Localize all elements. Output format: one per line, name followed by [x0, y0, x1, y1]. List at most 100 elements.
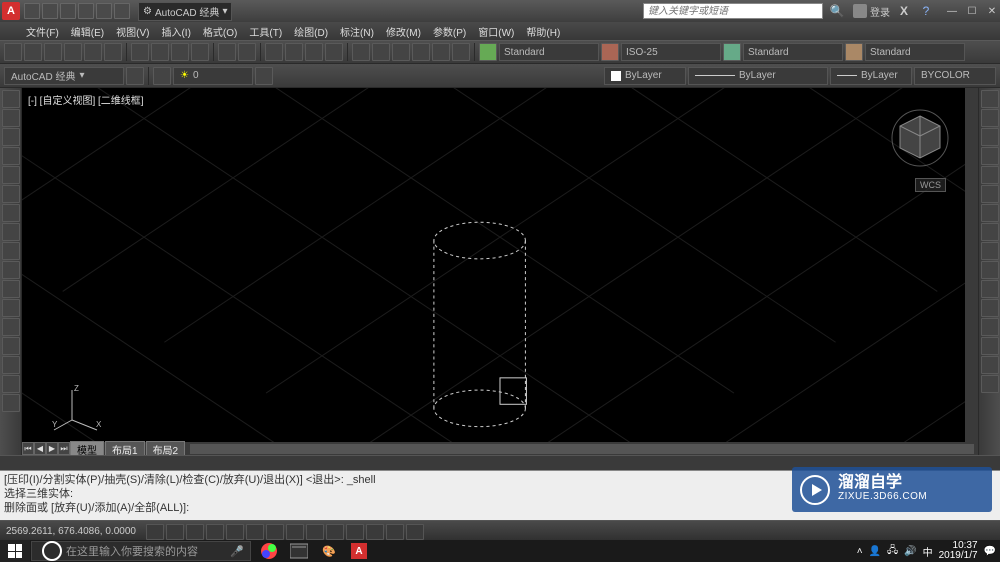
- menu-modify[interactable]: 修改(M): [380, 22, 427, 40]
- app-logo[interactable]: A: [2, 2, 20, 20]
- wcs-label[interactable]: WCS: [915, 178, 946, 192]
- hatch-icon[interactable]: [2, 242, 20, 260]
- tab-nav-prev[interactable]: ◀: [34, 442, 46, 455]
- scale-icon[interactable]: [981, 223, 999, 241]
- ortho-icon[interactable]: [186, 524, 204, 540]
- tpy-icon[interactable]: [346, 524, 364, 540]
- text-style-icon[interactable]: [479, 43, 497, 61]
- layer-props-icon[interactable]: [153, 67, 171, 85]
- publish-icon[interactable]: [104, 43, 122, 61]
- spline-icon[interactable]: [2, 204, 20, 222]
- layer-state-icon[interactable]: [255, 67, 273, 85]
- copy-icon[interactable]: [151, 43, 169, 61]
- new-icon[interactable]: [4, 43, 22, 61]
- menu-view[interactable]: 视图(V): [110, 22, 155, 40]
- text-style-select[interactable]: Standard: [499, 43, 599, 61]
- pan-icon[interactable]: [265, 43, 283, 61]
- point-icon[interactable]: [2, 299, 20, 317]
- menu-draw[interactable]: 绘图(D): [288, 22, 334, 40]
- palette-icon[interactable]: [392, 43, 410, 61]
- maximize-button[interactable]: ☐: [966, 5, 978, 17]
- exchange-icon[interactable]: X: [896, 3, 912, 19]
- viewcube[interactable]: [890, 108, 950, 168]
- block-icon[interactable]: [2, 356, 20, 374]
- menu-format[interactable]: 格式(O): [197, 22, 243, 40]
- drawing-canvas[interactable]: [-] [自定义视图] [二维线框] WCS Z X Y ⏮ ◀ ▶ ⏭: [22, 88, 978, 455]
- redo-icon[interactable]: [238, 43, 256, 61]
- grid-icon[interactable]: [166, 524, 184, 540]
- move-icon[interactable]: [981, 185, 999, 203]
- app-color-icon[interactable]: [257, 541, 281, 561]
- tab-nav-next[interactable]: ▶: [46, 442, 58, 455]
- snap-icon[interactable]: [146, 524, 164, 540]
- zoom-prev-icon[interactable]: [325, 43, 343, 61]
- taskbar-search[interactable]: 在这里输入你要搜索的内容 🎤: [31, 541, 251, 561]
- menu-file[interactable]: 文件(F): [20, 22, 65, 40]
- region-icon[interactable]: [2, 261, 20, 279]
- layer-mgr-icon[interactable]: [126, 67, 144, 85]
- plotstyle-select[interactable]: BYCOLOR: [914, 67, 996, 85]
- otrack-icon[interactable]: [266, 524, 284, 540]
- lwt-icon[interactable]: [326, 524, 344, 540]
- taskbar-clock[interactable]: 10:37 2019/1/7: [939, 541, 978, 561]
- workspace-selector[interactable]: ⚙ AutoCAD 经典 ▾: [138, 2, 232, 21]
- pline-icon[interactable]: [2, 109, 20, 127]
- menu-dim[interactable]: 标注(N): [334, 22, 380, 40]
- table-style-icon[interactable]: [723, 43, 741, 61]
- horizontal-scrollbar[interactable]: [190, 444, 974, 454]
- tray-ime-icon[interactable]: 中: [923, 544, 933, 559]
- extend-icon[interactable]: [981, 280, 999, 298]
- tab-nav-last[interactable]: ⏭: [58, 442, 70, 455]
- props-icon[interactable]: [352, 43, 370, 61]
- qat-print-icon[interactable]: [78, 3, 94, 19]
- model-icon[interactable]: [406, 524, 424, 540]
- dyn-icon[interactable]: [306, 524, 324, 540]
- qat-save-icon[interactable]: [60, 3, 76, 19]
- cut-icon[interactable]: [131, 43, 149, 61]
- qat-undo-icon[interactable]: [96, 3, 112, 19]
- app-paint-icon[interactable]: 🎨: [317, 541, 341, 561]
- linetype-select[interactable]: ByLayer: [688, 67, 828, 85]
- calc-icon[interactable]: [452, 43, 470, 61]
- join-icon[interactable]: [981, 318, 999, 336]
- mtext-icon[interactable]: [2, 337, 20, 355]
- break-icon[interactable]: [981, 299, 999, 317]
- arc-icon[interactable]: [2, 147, 20, 165]
- undo-icon[interactable]: [218, 43, 236, 61]
- circle-icon[interactable]: [2, 128, 20, 146]
- tab-nav-first[interactable]: ⏮: [22, 442, 34, 455]
- save-icon[interactable]: [44, 43, 62, 61]
- menu-window[interactable]: 窗口(W): [472, 22, 520, 40]
- ml-style-icon[interactable]: [845, 43, 863, 61]
- text-icon[interactable]: [2, 318, 20, 336]
- copy-icon2[interactable]: [981, 109, 999, 127]
- insert-icon[interactable]: [2, 375, 20, 393]
- zoom-icon[interactable]: [285, 43, 303, 61]
- offset-icon[interactable]: [981, 147, 999, 165]
- menu-tools[interactable]: 工具(T): [243, 22, 288, 40]
- view-label[interactable]: [-] [自定义视图] [二维线框]: [28, 92, 144, 107]
- login-button[interactable]: 登录: [853, 4, 890, 19]
- mirror-icon[interactable]: [981, 128, 999, 146]
- minimize-button[interactable]: —: [946, 5, 958, 17]
- color-select[interactable]: ByLayer: [604, 67, 686, 85]
- open-icon[interactable]: [24, 43, 42, 61]
- ml-style-select[interactable]: Standard: [865, 43, 965, 61]
- fillet-icon[interactable]: [981, 356, 999, 374]
- trim-icon[interactable]: [981, 261, 999, 279]
- preview-icon[interactable]: [84, 43, 102, 61]
- help-search-input[interactable]: [643, 3, 823, 19]
- erase-icon[interactable]: [981, 90, 999, 108]
- close-button[interactable]: ✕: [986, 5, 998, 17]
- menu-insert[interactable]: 插入(I): [155, 22, 196, 40]
- array-icon[interactable]: [981, 166, 999, 184]
- qp-icon[interactable]: [366, 524, 384, 540]
- tray-volume-icon[interactable]: 🔊: [904, 546, 916, 557]
- dim-style-icon[interactable]: [601, 43, 619, 61]
- gradient-icon[interactable]: [2, 394, 20, 412]
- table-icon[interactable]: [2, 280, 20, 298]
- polygon-icon[interactable]: [2, 223, 20, 241]
- mic-icon[interactable]: 🎤: [230, 545, 244, 558]
- explode-icon[interactable]: [981, 375, 999, 393]
- vertical-scrollbar[interactable]: [965, 88, 978, 442]
